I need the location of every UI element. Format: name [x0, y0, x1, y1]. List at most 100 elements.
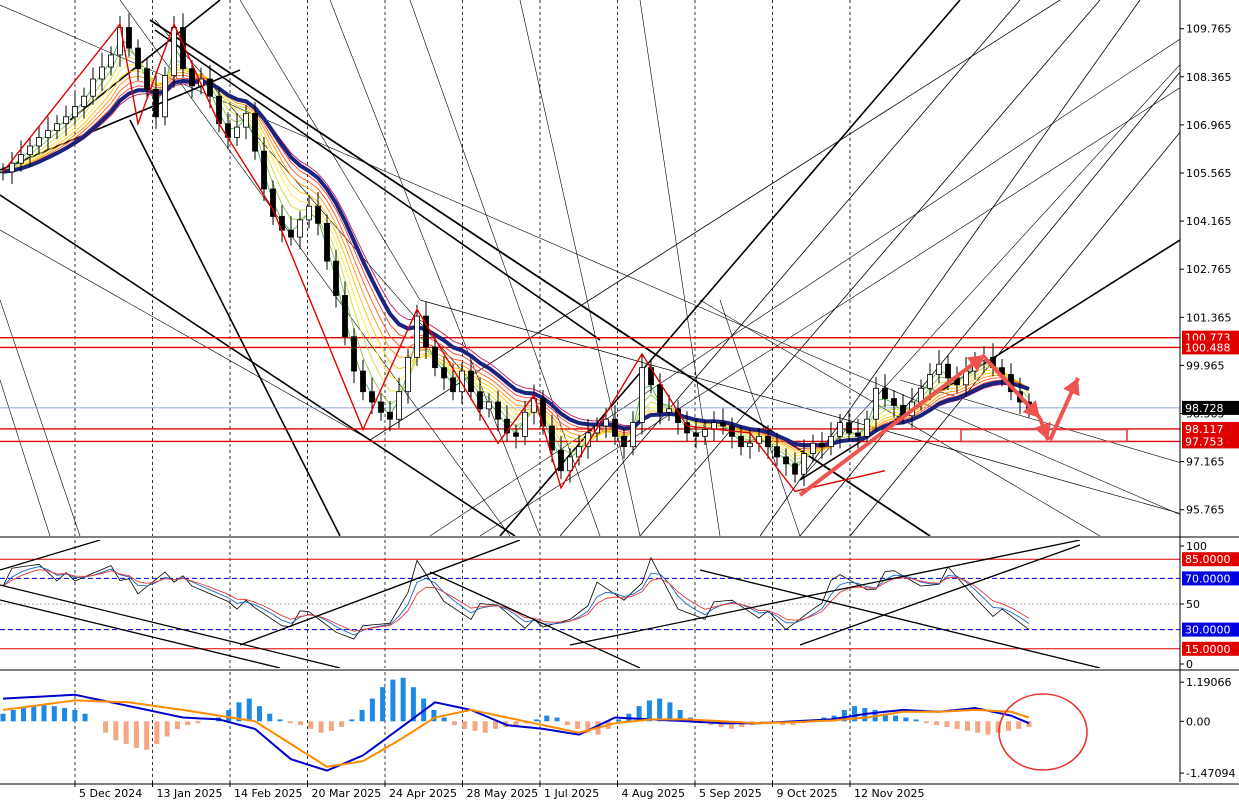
x-axis-label: 20 Mar 2025	[312, 787, 382, 800]
macd-histogram-bar	[195, 721, 201, 724]
macd-histogram-bar	[123, 721, 129, 745]
candle-body	[207, 78, 213, 97]
candle-body	[927, 374, 933, 389]
candle-body	[657, 384, 663, 413]
candle-body	[54, 123, 60, 131]
macd-histogram-bar	[174, 721, 180, 729]
macd-tick-label: 1.19066	[1186, 676, 1232, 689]
candle-body	[360, 370, 366, 393]
macd-histogram-bar	[985, 721, 991, 735]
candle-body	[315, 205, 321, 224]
macd-histogram-bar	[359, 709, 365, 722]
candle-body	[333, 260, 339, 296]
macd-histogram-bar	[41, 704, 47, 722]
candle-body	[639, 367, 645, 424]
macd-histogram-bar	[277, 719, 283, 722]
macd-histogram-bar	[934, 721, 940, 726]
candle-body	[162, 75, 168, 118]
candle-body	[567, 456, 573, 472]
rsi-level-tag: 85.0000	[1185, 553, 1231, 566]
x-axis-label: 9 Oct 2025	[777, 787, 838, 800]
macd-histogram-bar	[616, 719, 622, 722]
candle-body	[945, 363, 951, 379]
macd-histogram-bar	[154, 721, 160, 745]
level-tag: 98.117	[1185, 423, 1224, 436]
macd-histogram-bar	[298, 721, 304, 726]
candle-body	[306, 205, 312, 221]
candle-body	[18, 154, 24, 164]
macd-histogram-bar	[646, 700, 652, 722]
candle-body	[693, 432, 699, 437]
candle-body	[261, 150, 267, 190]
candle-body	[171, 27, 177, 76]
macd-histogram-bar	[923, 721, 929, 724]
macd-histogram-bar	[492, 721, 498, 729]
candle-body	[891, 398, 897, 406]
candle-body	[882, 387, 888, 399]
macd-histogram-bar	[913, 719, 919, 722]
candle-body	[90, 78, 96, 97]
macd-histogram-bar	[451, 721, 457, 726]
candle-body	[234, 126, 240, 138]
x-axis-label: 1 Jul 2025	[544, 787, 599, 800]
macd-histogram-bar	[21, 708, 27, 722]
candle-body	[486, 401, 492, 410]
x-axis-label: 28 May 2025	[467, 787, 539, 800]
macd-histogram-bar	[1005, 721, 1011, 731]
candle-body	[702, 429, 708, 437]
candle-body	[810, 442, 816, 454]
macd-histogram-bar	[893, 715, 899, 722]
candle-body	[720, 422, 726, 427]
price-tick-label: 101.365	[1186, 311, 1232, 324]
current-price-tag: 98.728	[1185, 402, 1224, 415]
candle-body	[666, 408, 672, 413]
price-tick-label: 102.765	[1186, 263, 1232, 276]
x-axis-label: 5 Dec 2024	[79, 787, 142, 800]
macd-histogram-bar	[113, 721, 119, 741]
rsi-level-tag: 70.0000	[1185, 572, 1231, 585]
candle-body	[441, 367, 447, 379]
candle-body	[387, 411, 393, 420]
macd-histogram-bar	[257, 706, 262, 722]
candle-body	[9, 162, 15, 173]
candle-body	[477, 391, 483, 410]
price-tick-label: 109.765	[1186, 23, 1232, 36]
candle-body	[603, 418, 609, 427]
candle-body	[801, 453, 807, 475]
candle-body	[108, 54, 114, 68]
candle-body	[45, 130, 51, 138]
candle-body	[297, 219, 303, 238]
macd-tick-label: 0.00	[1186, 715, 1211, 728]
x-axis-label: 13 Jan 2025	[157, 787, 223, 800]
rsi-tick-label: 100	[1186, 540, 1207, 553]
macd-histogram-bar	[575, 721, 581, 729]
candle-body	[135, 47, 141, 70]
x-axis-label: 24 Apr 2025	[389, 787, 457, 800]
level-tag: 100.488	[1185, 341, 1231, 354]
macd-histogram-bar	[267, 713, 273, 722]
candle-body	[243, 112, 249, 128]
candle-body	[189, 68, 195, 87]
macd-histogram-bar	[246, 698, 252, 722]
candle-body	[324, 222, 330, 262]
macd-histogram-bar	[400, 677, 406, 722]
candle-body	[828, 435, 834, 448]
macd-histogram-bar	[1016, 721, 1022, 729]
candle-body	[846, 422, 852, 434]
macd-histogram-bar	[441, 717, 447, 722]
candle-body	[513, 432, 519, 437]
rsi-level-tag: 15.0000	[1185, 643, 1231, 656]
macd-histogram-bar	[0, 713, 6, 722]
candle-body	[414, 315, 420, 358]
rsi-tick-label: 50	[1186, 598, 1200, 611]
x-axis-label: 12 Nov 2025	[854, 787, 924, 800]
candle-body	[0, 171, 6, 174]
price-tick-label: 97.165	[1186, 456, 1225, 469]
candle-body	[558, 449, 564, 472]
macd-histogram-bar	[339, 721, 345, 727]
rsi-level-tag: 30.0000	[1185, 624, 1231, 637]
candle-body	[747, 442, 753, 448]
candle-body	[783, 456, 789, 465]
candle-body	[522, 411, 528, 437]
x-axis-label: 14 Feb 2025	[234, 787, 302, 800]
